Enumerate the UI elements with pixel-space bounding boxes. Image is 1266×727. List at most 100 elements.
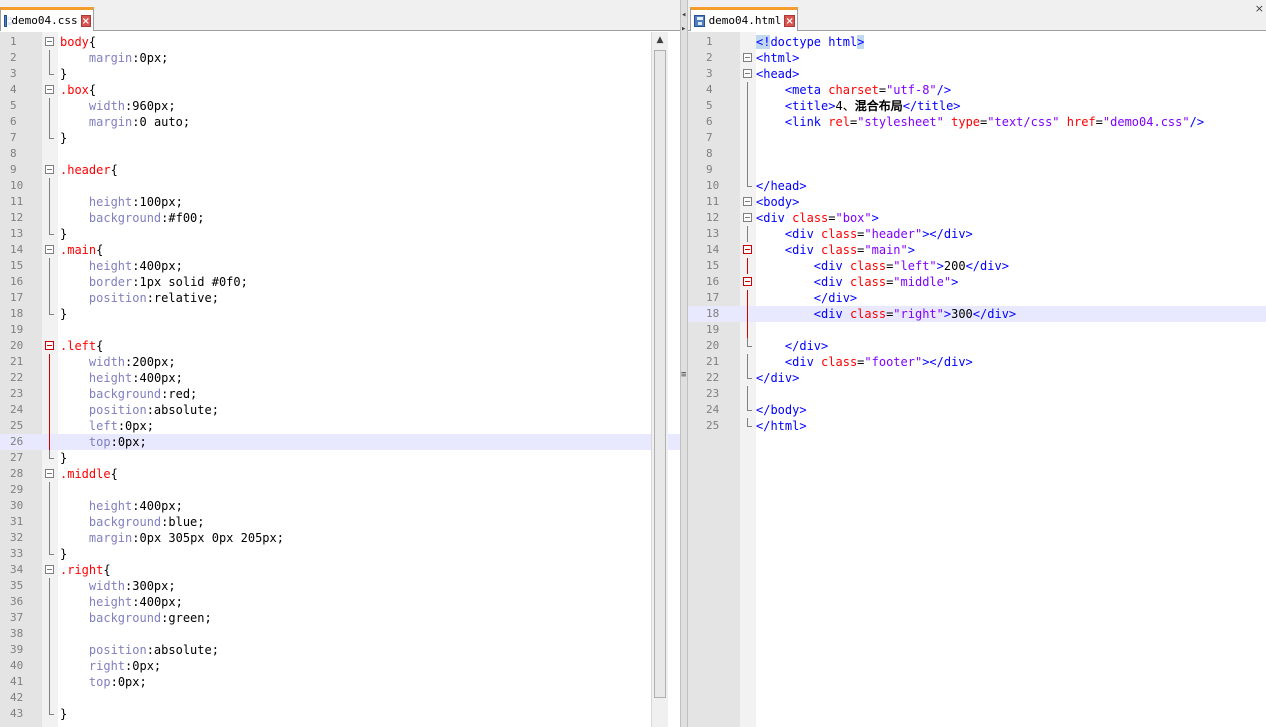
fold-toggle-icon[interactable] xyxy=(742,50,752,66)
code-line[interactable]: 21 <div class="footer"></div> xyxy=(688,354,1266,370)
code-line[interactable]: 25 left:0px; xyxy=(0,418,680,434)
tab-demo04-css[interactable]: demo04.css × xyxy=(0,7,94,31)
line-number: 18 xyxy=(706,307,720,320)
code-line[interactable]: 20 </div> xyxy=(688,338,1266,354)
code-line[interactable]: 17 position:relative; xyxy=(0,290,680,306)
code-line[interactable]: 6 <link rel="stylesheet" type="text/css"… xyxy=(688,114,1266,130)
code-line[interactable]: 21 width:200px; xyxy=(0,354,680,370)
code-line[interactable]: 5 <title>4、混合布局</title> xyxy=(688,98,1266,114)
code-line[interactable]: 9 .header{ xyxy=(0,162,680,178)
fold-toggle-icon[interactable] xyxy=(44,34,54,50)
html-code-area[interactable]: 1 <!doctype html> 2 <html> 3 <head> 4 <meta ch… xyxy=(688,32,1266,727)
code-line[interactable]: 29 xyxy=(0,482,680,498)
code-line[interactable]: 7 xyxy=(688,130,1266,146)
code-line[interactable]: 17 </div> xyxy=(688,290,1266,306)
fold-toggle-icon[interactable] xyxy=(742,194,752,210)
fold-toggle-icon[interactable] xyxy=(44,466,54,482)
tab-demo04-html[interactable]: demo04.html × xyxy=(690,7,798,31)
code-line[interactable]: 8 xyxy=(688,146,1266,162)
code-line[interactable]: 15 <div class="left">200</div> xyxy=(688,258,1266,274)
code-line[interactable]: 3 <head> xyxy=(688,66,1266,82)
code-line[interactable]: 40 right:0px; xyxy=(0,658,680,674)
code-line[interactable]: 35 width:300px; xyxy=(0,578,680,594)
code-line[interactable]: 11 height:100px; xyxy=(0,194,680,210)
code-line[interactable]: 12 <div class="box"> xyxy=(688,210,1266,226)
code-line[interactable]: 18 <div class="right">300</div> xyxy=(688,306,1266,322)
fold-guide xyxy=(742,322,752,338)
code-line[interactable]: 4 .box{ xyxy=(0,82,680,98)
code-line[interactable]: 30 height:400px; xyxy=(0,498,680,514)
code-line[interactable]: 15 height:400px; xyxy=(0,258,680,274)
code-line[interactable]: 32 margin:0px 305px 0px 205px; xyxy=(0,530,680,546)
fold-toggle-icon[interactable] xyxy=(44,242,54,258)
code-line[interactable]: 9 xyxy=(688,162,1266,178)
code-line[interactable]: 10 xyxy=(0,178,680,194)
code-line[interactable]: 28 .middle{ xyxy=(0,466,680,482)
code-line[interactable]: 13 <div class="header"></div> xyxy=(688,226,1266,242)
scroll-thumb[interactable] xyxy=(654,50,666,698)
code-line[interactable]: 31 background:blue; xyxy=(0,514,680,530)
code-line[interactable]: 16 border:1px solid #0f0; xyxy=(0,274,680,290)
fold-toggle-icon[interactable] xyxy=(742,242,752,258)
fold-toggle-icon[interactable] xyxy=(44,162,54,178)
close-icon[interactable]: × xyxy=(784,14,795,27)
code-line[interactable]: 19 xyxy=(0,322,680,338)
code-line[interactable]: 25 </html> xyxy=(688,418,1266,434)
code-line[interactable]: 12 background:#f00; xyxy=(0,210,680,226)
code-line[interactable]: 19 xyxy=(688,322,1266,338)
code-line[interactable]: 42 xyxy=(0,690,680,706)
code-line[interactable]: 4 <meta charset="utf-8"/> xyxy=(688,82,1266,98)
code-line[interactable]: 2 margin:0px; xyxy=(0,50,680,66)
code-line[interactable]: 27} xyxy=(0,450,680,466)
code-line[interactable]: 1 <!doctype html> xyxy=(688,34,1266,50)
code-line[interactable]: 16 <div class="middle"> xyxy=(688,274,1266,290)
code-line[interactable]: 14 <div class="main"> xyxy=(688,242,1266,258)
code-line[interactable]: 1 body{ xyxy=(0,34,680,50)
nav-right-icon[interactable]: ▸ xyxy=(681,24,686,34)
css-code-area[interactable]: 1 body{2 margin:0px; 3} 4 .box{5 width:960px… xyxy=(0,32,680,727)
code-line[interactable]: 14 .main{ xyxy=(0,242,680,258)
code-line[interactable]: 22 height:400px; xyxy=(0,370,680,386)
code-line[interactable]: 11 <body> xyxy=(688,194,1266,210)
code-line[interactable]: 33} xyxy=(0,546,680,562)
code-line[interactable]: 8 xyxy=(0,146,680,162)
code-line[interactable]: 20 .left{ xyxy=(0,338,680,354)
code-line[interactable]: 23 background:red; xyxy=(0,386,680,402)
code-line[interactable]: 24 position:absolute; xyxy=(0,402,680,418)
code-line[interactable]: 13} xyxy=(0,226,680,242)
code-line[interactable]: 2 <html> xyxy=(688,50,1266,66)
line-number: 21 xyxy=(706,355,720,368)
code-line[interactable]: 39 position:absolute; xyxy=(0,642,680,658)
pane-close-icon[interactable]: × xyxy=(1255,2,1264,15)
fold-toggle-icon[interactable] xyxy=(44,82,54,98)
scroll-up-arrow[interactable]: ▲ xyxy=(652,32,668,48)
code-line[interactable]: 3} xyxy=(0,66,680,82)
nav-left-icon[interactable]: ◂ xyxy=(681,10,686,20)
code-line[interactable]: 43} xyxy=(0,706,680,722)
code-line[interactable]: 5 width:960px; xyxy=(0,98,680,114)
code-line[interactable]: 6 margin:0 auto; xyxy=(0,114,680,130)
line-number: 31 xyxy=(10,515,24,528)
fold-toggle-icon[interactable] xyxy=(742,210,752,226)
code-line[interactable]: 26 top:0px; xyxy=(0,434,680,450)
fold-toggle-icon[interactable] xyxy=(742,274,752,290)
fold-toggle-icon[interactable] xyxy=(44,338,54,354)
pane-splitter[interactable]: ≡ ◂ ▸ xyxy=(680,0,688,727)
fold-guide xyxy=(44,66,54,82)
code-line[interactable]: 7} xyxy=(0,130,680,146)
fold-toggle-icon[interactable] xyxy=(44,562,54,578)
fold-guide xyxy=(742,146,752,162)
code-line[interactable]: 10 </head> xyxy=(688,178,1266,194)
code-line[interactable]: 24 </body> xyxy=(688,402,1266,418)
css-vertical-scrollbar[interactable]: ▲ xyxy=(651,32,668,727)
code-line[interactable]: 37 background:green; xyxy=(0,610,680,626)
close-icon[interactable]: × xyxy=(80,14,91,27)
code-line[interactable]: 18} xyxy=(0,306,680,322)
code-line[interactable]: 23 xyxy=(688,386,1266,402)
code-line[interactable]: 41 top:0px; xyxy=(0,674,680,690)
fold-toggle-icon[interactable] xyxy=(742,66,752,82)
code-line[interactable]: 22 </div> xyxy=(688,370,1266,386)
code-line[interactable]: 38 xyxy=(0,626,680,642)
code-line[interactable]: 36 height:400px; xyxy=(0,594,680,610)
code-line[interactable]: 34 .right{ xyxy=(0,562,680,578)
